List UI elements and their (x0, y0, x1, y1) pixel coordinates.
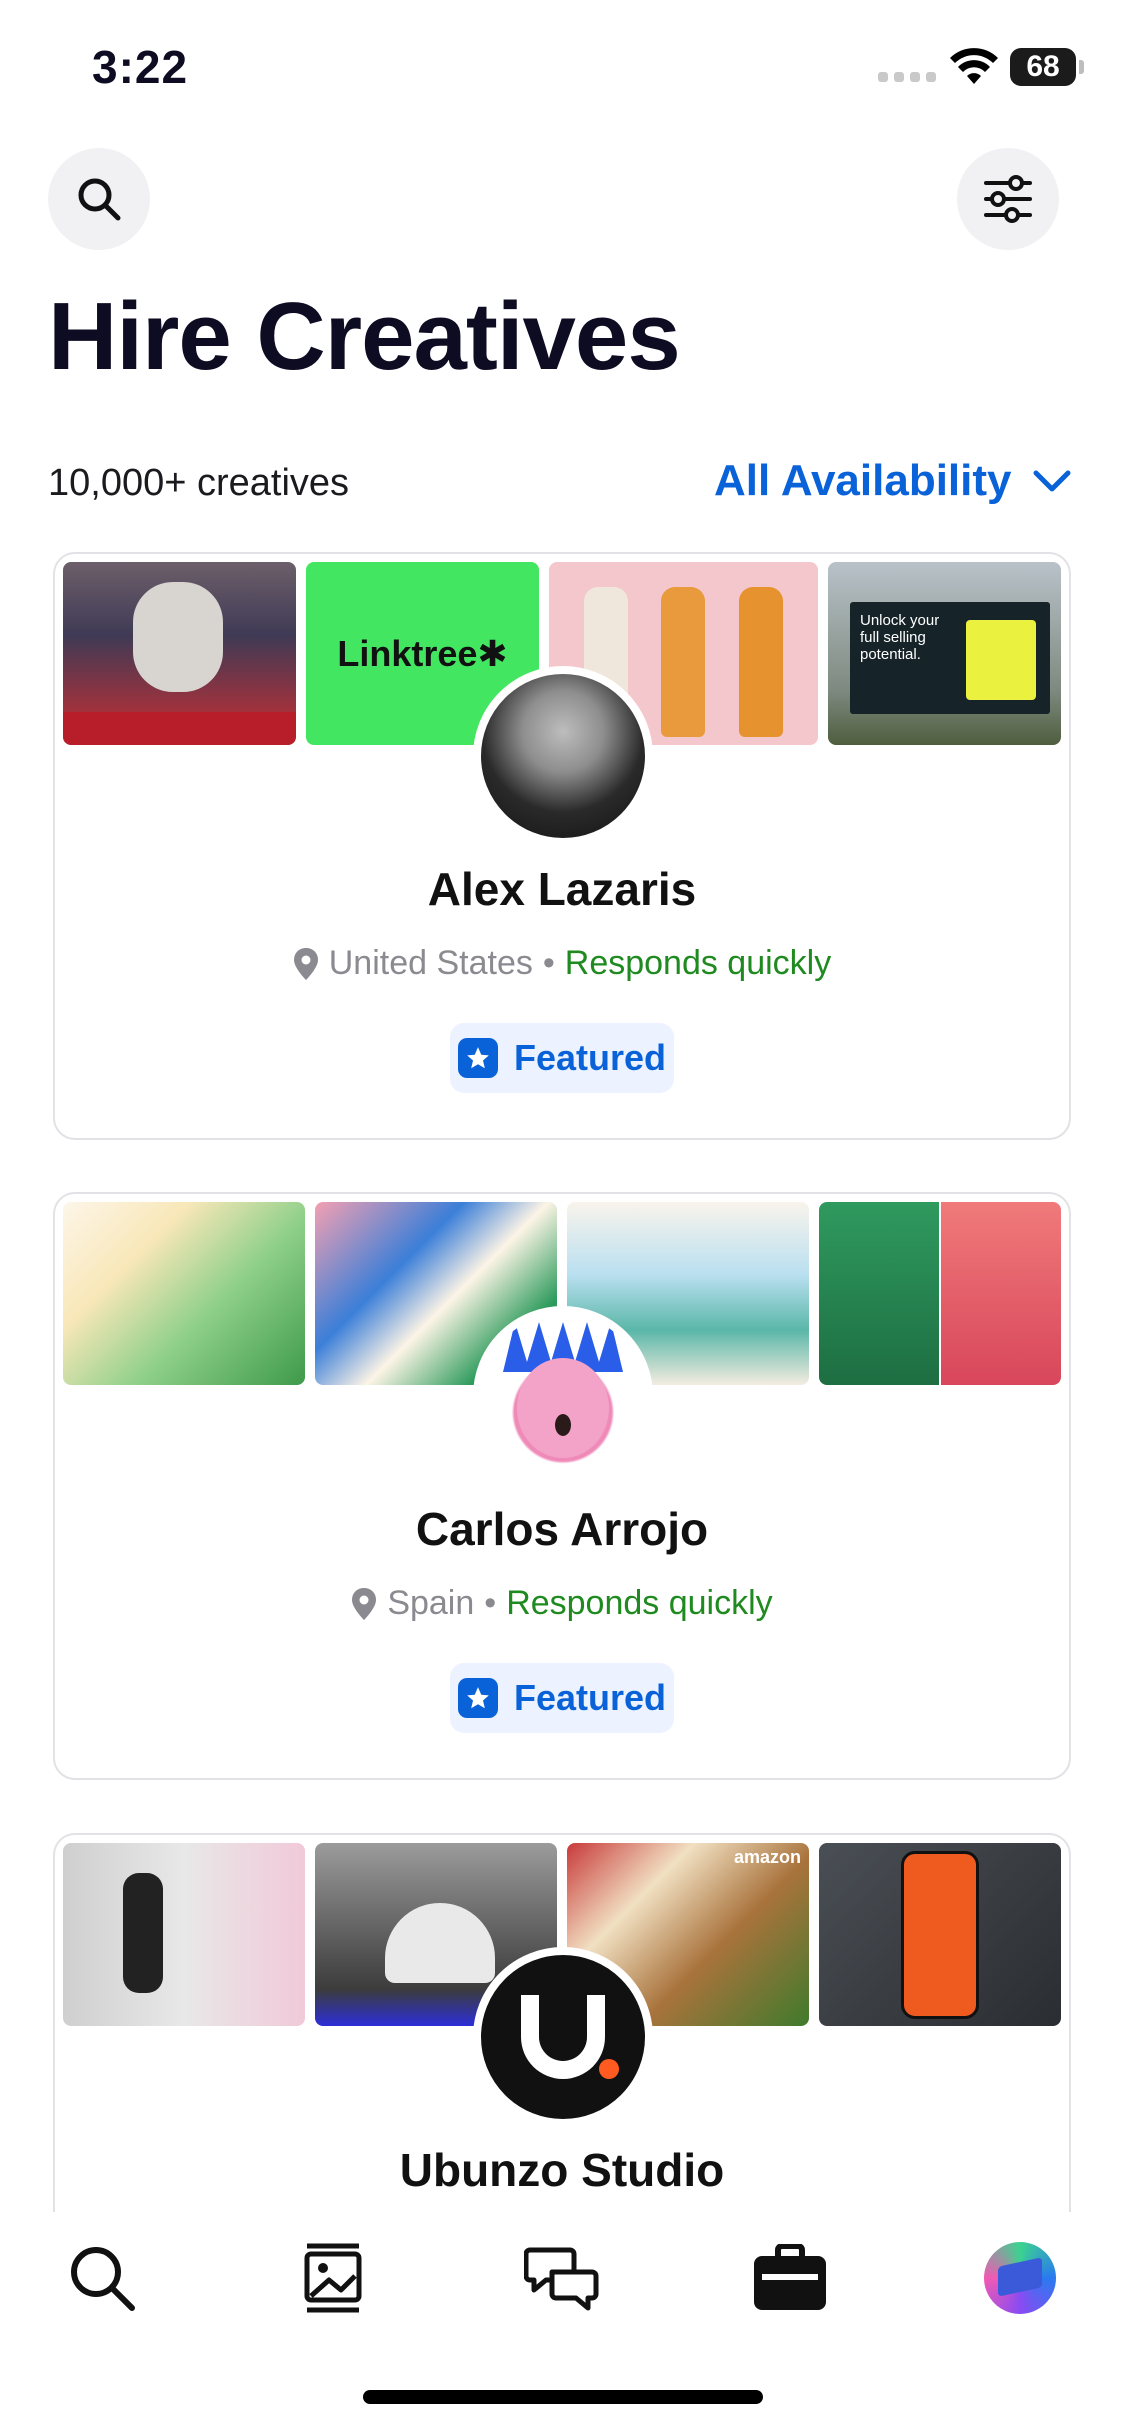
avatar[interactable] (473, 666, 653, 846)
chevron-down-icon (1033, 470, 1070, 492)
creative-name[interactable]: Ubunzo Studio (55, 2143, 1069, 2197)
status-bar: 3:22 68 (0, 0, 1125, 140)
status-time: 3:22 (92, 41, 189, 93)
separator-dot: • (484, 1584, 497, 1622)
availability-dropdown[interactable]: All Availability (714, 456, 1072, 506)
creative-meta: Spain • Responds quickly (55, 1584, 1069, 1623)
creative-card[interactable]: Linktree✱ Unlock your full selling poten… (53, 552, 1071, 1140)
search-icon (71, 2247, 135, 2311)
wifi-icon (950, 48, 998, 84)
cellular-signal-icon (878, 72, 936, 82)
responds-status: Responds quickly (506, 1584, 773, 1622)
page-title: Hire Creatives (48, 283, 681, 390)
responds-status: Responds quickly (564, 944, 832, 982)
linktree-logo-text: Linktree✱ (337, 632, 508, 674)
profile-avatar (984, 2242, 1056, 2314)
star-icon (457, 1678, 498, 1718)
portfolio-thumbnail[interactable] (63, 1843, 305, 2026)
home-indicator (363, 2390, 763, 2404)
tab-search[interactable] (62, 2238, 142, 2318)
creatives-count: 10,000+ creatives (48, 462, 350, 504)
portfolio-thumbnail[interactable] (63, 1202, 305, 1385)
featured-badge: Featured (450, 1023, 674, 1093)
creative-name[interactable]: Carlos Arrojo (55, 1502, 1069, 1556)
separator-dot: • (542, 944, 555, 982)
billboard-text: Unlock your full selling potential. (860, 612, 940, 663)
search-icon (78, 178, 121, 221)
gallery-icon (304, 2243, 362, 2313)
creative-location: Spain (387, 1584, 475, 1622)
tab-messages[interactable] (522, 2238, 602, 2318)
creative-card[interactable]: Carlos Arrojo Spain • Responds quickly F… (53, 1192, 1071, 1780)
featured-label: Featured (513, 1037, 667, 1078)
portfolio-thumbnail[interactable] (819, 1202, 1061, 1385)
tab-jobs[interactable] (750, 2238, 830, 2318)
portfolio-thumbnail[interactable]: Unlock your full selling potential. (828, 562, 1061, 745)
creative-location: United States (328, 944, 533, 982)
filter-button[interactable] (957, 148, 1059, 250)
tab-profile[interactable] (980, 2238, 1060, 2318)
sliders-icon (984, 175, 1032, 223)
avatar[interactable] (473, 1947, 653, 2127)
availability-label: All Availability (714, 456, 1012, 505)
location-pin-icon (293, 947, 318, 980)
briefcase-icon (754, 2244, 826, 2310)
creative-name[interactable]: Alex Lazaris (55, 862, 1069, 916)
star-icon (457, 1038, 498, 1078)
battery-indicator: 68 (1010, 48, 1084, 86)
amazon-text: amazon (733, 1847, 801, 1867)
location-pin-icon (352, 1587, 377, 1620)
tab-gallery[interactable] (293, 2238, 373, 2318)
featured-badge: Featured (450, 1663, 674, 1733)
search-button[interactable] (48, 148, 150, 250)
portfolio-thumbnail[interactable] (819, 1843, 1061, 2026)
messages-icon (524, 2247, 599, 2311)
creative-meta: United States • Responds quickly (55, 944, 1069, 983)
avatar[interactable] (473, 1306, 653, 1486)
portfolio-thumbnail[interactable] (63, 562, 296, 745)
featured-label: Featured (513, 1677, 667, 1718)
